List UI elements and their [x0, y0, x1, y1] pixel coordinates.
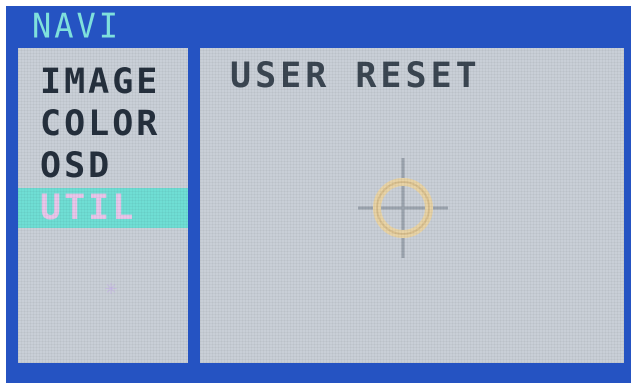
menu-panel: IMAGE COLOR OSD UTIL ✳ [18, 48, 188, 363]
menu-item-util[interactable]: UTIL [18, 188, 188, 228]
menu-item-color[interactable]: COLOR [18, 104, 188, 144]
content-title: USER RESET [230, 56, 481, 96]
content-panel: USER RESET [200, 48, 624, 363]
reset-target-icon [358, 158, 448, 258]
asterisk-icon: ✳ [104, 275, 118, 299]
menu-item-image[interactable]: IMAGE [18, 62, 188, 102]
osd-window: NAVI IMAGE COLOR OSD UTIL ✳ USER RESET [6, 6, 631, 383]
menu-item-osd[interactable]: OSD [18, 146, 188, 186]
osd-title: NAVI [32, 6, 122, 46]
